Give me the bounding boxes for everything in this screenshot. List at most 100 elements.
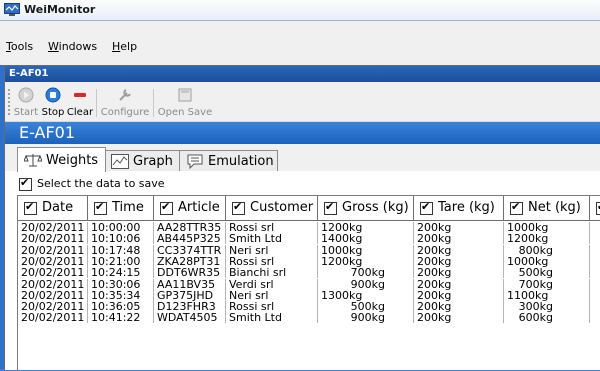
table-cell: . <box>590 290 600 301</box>
tab-graph[interactable]: Graph <box>104 150 181 171</box>
table-cell: 200kg <box>414 267 504 279</box>
menu-windows[interactable]: Windows <box>48 40 97 53</box>
table-cell: 1 <box>590 233 600 244</box>
toolbar-grip[interactable] <box>8 89 10 117</box>
table-cell: 2 <box>590 256 600 267</box>
table-cell: 1 <box>590 222 600 233</box>
cell-value: 200kg <box>417 277 452 291</box>
select-data-checkbox[interactable] <box>19 176 32 191</box>
app-titlebar: WeiMonitor <box>0 0 600 21</box>
table-cell: Bianchi srl <box>226 266 318 280</box>
table-cell: 900kg <box>318 311 414 325</box>
table-cell: 10:17:48 <box>88 244 154 256</box>
toolbar-separator <box>153 89 154 117</box>
table-cell: 1200kg <box>504 233 590 245</box>
table-cell: 200kg <box>414 232 504 246</box>
cell-value: 500kg <box>518 266 553 280</box>
cell-value: Verdi srl <box>229 277 274 291</box>
column-checkbox[interactable] <box>420 200 433 215</box>
table-cell: AA11BV35 <box>154 277 226 291</box>
table-cell: 1' <box>590 279 600 290</box>
stop-button[interactable]: Stop <box>40 83 66 121</box>
menu-tools[interactable]: Tools <box>6 40 33 53</box>
column-header[interactable]: Time <box>88 196 154 221</box>
cell-value: 200kg <box>417 311 452 325</box>
cell-value: Neri srl <box>229 243 269 257</box>
column-checkbox[interactable] <box>324 200 337 215</box>
document-title: E-AF01 <box>9 68 49 79</box>
table-cell: 1 <box>590 312 600 323</box>
table-cell: AB445P325 <box>154 232 226 246</box>
column-header[interactable]: Net (kg) <box>504 196 590 221</box>
table-cell: Neri srl <box>226 243 318 257</box>
table-cell: ! <box>590 245 600 256</box>
column-header[interactable]: Article <box>154 196 226 221</box>
clear-button[interactable]: Clear <box>66 83 94 121</box>
table-cell: Smith Ltd <box>226 312 318 324</box>
cell-value: CC3374TTR <box>157 243 222 257</box>
column-checkbox[interactable] <box>232 200 245 215</box>
table-cell: 800kg <box>504 244 590 256</box>
column-header-label: Gross (kg) <box>342 200 409 215</box>
table-cell: 10:30:06 <box>88 277 154 291</box>
column-checkbox[interactable] <box>510 200 523 215</box>
play-icon <box>18 87 34 103</box>
start-button[interactable]: Start <box>13 83 39 121</box>
open-save-button[interactable]: Open Save <box>156 83 214 121</box>
cell-value: 600kg <box>518 311 553 325</box>
table-cell: CC3374TTR <box>154 243 226 257</box>
table-cell: 200kg <box>414 311 504 325</box>
column-header-label: Article <box>178 200 220 215</box>
document-titlebar: E-AF01 <box>5 66 600 82</box>
cell-value: 10:10:06 <box>91 232 141 246</box>
column-checkbox[interactable] <box>24 200 37 215</box>
cell-value: 20/02/2011 <box>21 232 85 246</box>
table-cell: Smith Ltd <box>226 233 318 245</box>
cell-value: 200kg <box>417 243 452 257</box>
cell-value: 10:30:06 <box>91 277 141 291</box>
column-header-label: Date <box>42 200 74 215</box>
graph-icon <box>111 154 129 169</box>
tab-emulation[interactable]: Emulation <box>179 150 278 171</box>
column-header[interactable] <box>590 196 600 221</box>
column-header-label: Tare (kg) <box>438 200 495 215</box>
monitor-icon <box>4 3 20 16</box>
column-header[interactable]: Gross (kg) <box>318 196 414 221</box>
toolbar-separator <box>96 89 97 117</box>
weights-panel: Select the data to save Date Time Article C… <box>5 171 600 371</box>
column-header-label: Time <box>112 200 144 215</box>
table-cell: 1400kg <box>318 233 414 245</box>
table-cell: 20/02/2011 <box>18 312 88 324</box>
cell-value: 1000kg <box>321 243 363 257</box>
cell-value: 900kg <box>350 311 385 325</box>
cell-value: Bianchi srl <box>229 266 287 280</box>
device-name: E-AF01 <box>19 123 76 142</box>
menu-bar: Tools Windows Help <box>0 21 600 65</box>
configure-button[interactable]: Configure <box>99 83 151 121</box>
table-cell: 10:41:22 <box>88 312 154 324</box>
table-cell: 700kg <box>504 278 590 290</box>
table-cell: 700kg <box>318 266 414 280</box>
column-header[interactable]: Customer <box>226 196 318 221</box>
menu-help[interactable]: Help <box>112 40 137 53</box>
cell-value: AB445P325 <box>157 232 221 246</box>
tab-weights[interactable]: Weights <box>17 147 106 172</box>
column-checkbox[interactable] <box>596 200 600 215</box>
table-cell: 1 <box>590 301 600 312</box>
cell-value: AA11BV35 <box>157 277 216 291</box>
table-cell: 500kg <box>504 266 590 280</box>
wrench-icon <box>119 89 131 101</box>
table-cell: Verdi srl <box>226 277 318 291</box>
table-cell: DDT6WR35 <box>154 266 226 280</box>
column-checkbox[interactable] <box>160 200 173 215</box>
table-cell: 10:10:06 <box>88 232 154 246</box>
table-cell: 20/02/2011 <box>18 244 88 256</box>
cell-value: 700kg <box>350 266 385 280</box>
cell-value: DDT6WR35 <box>157 266 221 280</box>
column-header[interactable]: Date <box>18 196 88 221</box>
table-cell: WDAT4505 <box>154 312 226 324</box>
column-header[interactable]: Tare (kg) <box>414 196 504 221</box>
column-checkbox[interactable] <box>94 200 107 215</box>
column-header-label: Customer <box>250 200 314 215</box>
cell-value: 200kg <box>417 232 452 246</box>
